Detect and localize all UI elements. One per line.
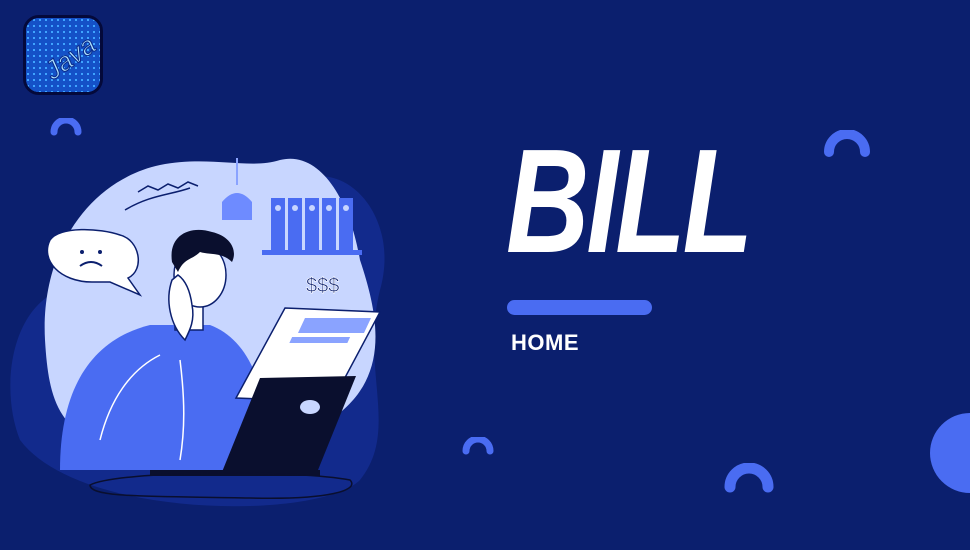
money-text: $$$: [306, 275, 339, 297]
page-title: BILL: [506, 119, 753, 284]
home-link[interactable]: HOME: [511, 330, 579, 356]
decorative-arc: [724, 463, 774, 493]
person-laptop-illustration: $$$: [10, 158, 385, 507]
decorative-circle: [930, 413, 970, 493]
title-underline: [507, 300, 652, 315]
java-logo[interactable]: Java: [23, 15, 103, 95]
decorative-arc: [824, 130, 870, 157]
decorative-arc: [462, 437, 494, 455]
decorative-arc: [50, 118, 82, 136]
